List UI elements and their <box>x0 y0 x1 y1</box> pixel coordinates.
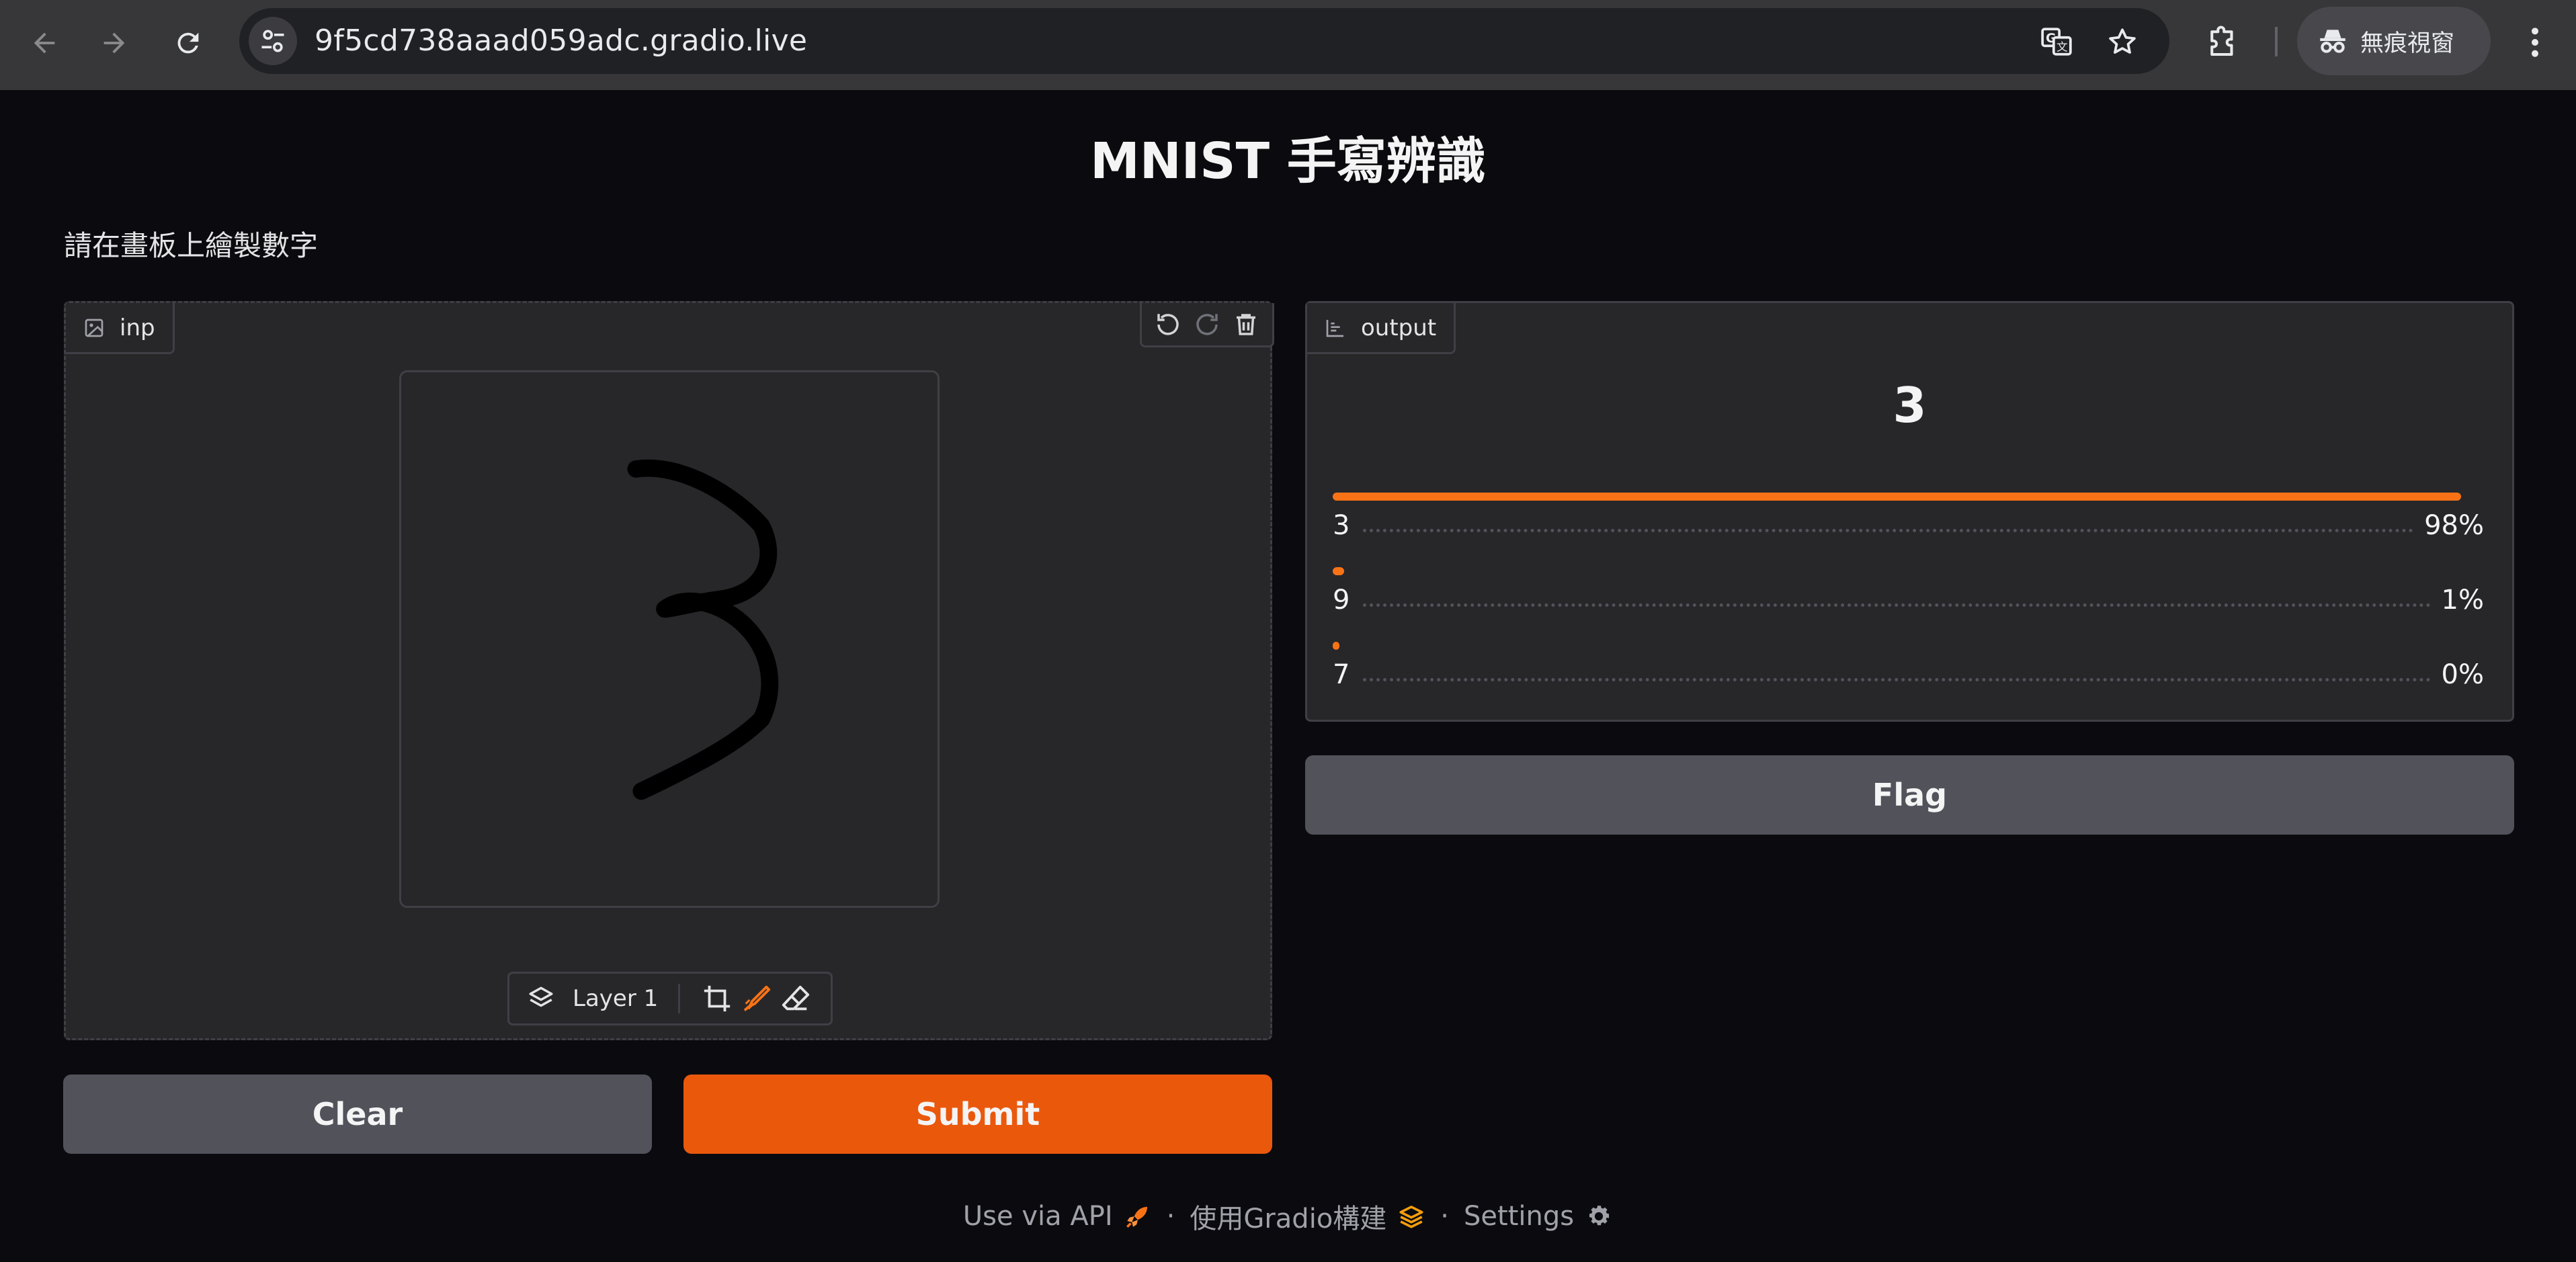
confidence-list: 3 98% 9 1% 7 0% <box>1333 491 2484 715</box>
incognito-label: 無痕視窗 <box>2360 30 2455 57</box>
incognito-badge[interactable]: 無痕視窗 <box>2297 7 2491 75</box>
layer-divider <box>678 984 681 1013</box>
url-text[interactable]: 9f5cd738aaad059adc.gradio.live <box>315 8 807 74</box>
layer-label: Layer 1 <box>573 985 659 1012</box>
use-via-api-text: Use via API <box>962 1201 1113 1232</box>
puzzle-icon <box>2210 26 2233 56</box>
crop-icon <box>704 985 731 1012</box>
use-via-api-link[interactable]: Use via API <box>963 1201 1152 1232</box>
redo-button[interactable] <box>1191 308 1223 341</box>
more-vert-icon <box>2532 28 2538 57</box>
eraser-tool-button[interactable] <box>776 979 815 1018</box>
svg-text:文: 文 <box>2056 41 2068 54</box>
bookmark-button[interactable] <box>2104 23 2141 60</box>
settings-link[interactable]: Settings <box>1464 1201 1613 1232</box>
confidence-label: 3 <box>1333 510 1350 541</box>
settings-text: Settings <box>1464 1201 1575 1232</box>
page-description: 請在畫板上繪製數字 <box>64 229 319 262</box>
reload-icon <box>177 32 199 54</box>
dotted-leader <box>1363 528 2414 532</box>
predicted-label: 3 <box>1893 377 1927 433</box>
confidence-percent: 98% <box>2424 510 2484 541</box>
drawing-canvas[interactable] <box>399 370 940 908</box>
confidence-label: 7 <box>1333 659 1350 690</box>
confidence-item[interactable]: 7 0% <box>1333 640 2484 715</box>
browser-toolbar: 9f5cd738aaad059adc.gradio.live G 文 無痕視窗 <box>0 0 2576 90</box>
confidence-item[interactable]: 3 98% <box>1333 491 2484 566</box>
clear-button[interactable]: Clear <box>63 1075 652 1154</box>
output-label-text: output <box>1361 314 1437 341</box>
footer: Use via API · 使用Gradio構建 · Settings <box>0 1196 2576 1236</box>
undo-button[interactable] <box>1152 308 1184 341</box>
confidence-label: 9 <box>1333 585 1350 616</box>
output-panel: output 3 3 98% 9 1% 7 0% <box>1305 301 2514 722</box>
incognito-icon <box>2320 30 2345 53</box>
image-icon <box>85 319 103 337</box>
page-title: MNIST 手寫辨識 <box>1090 132 1486 190</box>
sketchpad-panel: inp Layer 1 <box>64 301 1274 1040</box>
canvas-history-toolbar <box>1140 303 1274 347</box>
layers-icon <box>529 986 553 1007</box>
star-icon <box>2109 28 2136 54</box>
dotted-leader <box>1363 677 2431 681</box>
clear-canvas-button[interactable] <box>1230 308 1262 341</box>
confidence-percent: 0% <box>2441 659 2484 690</box>
layer-toolbar: Layer 1 <box>507 972 833 1025</box>
arrow-right-icon <box>103 32 125 54</box>
confidence-item[interactable]: 9 1% <box>1333 566 2484 640</box>
dotted-leader <box>1363 603 2431 607</box>
flag-button[interactable]: Flag <box>1305 755 2514 835</box>
eraser-icon <box>782 985 810 1011</box>
label-chart-icon <box>1326 319 1343 337</box>
address-bar[interactable]: 9f5cd738aaad059adc.gradio.live G 文 <box>239 8 2169 74</box>
back-button[interactable] <box>23 22 66 65</box>
output-panel-label: output <box>1307 303 1456 354</box>
arrow-left-icon <box>34 32 55 54</box>
built-with-gradio-text: 使用Gradio構建 <box>1190 1204 1387 1234</box>
input-panel-label: inp <box>66 303 175 354</box>
built-with-gradio-link[interactable]: 使用Gradio構建 <box>1190 1197 1425 1236</box>
confidence-percent: 1% <box>2441 585 2484 616</box>
confidence-bar <box>1333 642 1340 650</box>
rocket-icon <box>1126 1207 1147 1228</box>
gradio-logo-icon <box>1399 1206 1423 1228</box>
submit-button[interactable]: Submit <box>683 1075 1272 1154</box>
footer-separator: · <box>1166 1201 1175 1232</box>
crop-tool-button[interactable] <box>698 979 737 1018</box>
undo-icon <box>1157 313 1179 335</box>
tune-icon <box>261 30 284 52</box>
handwritten-digit-stroke <box>627 459 779 800</box>
brush-icon <box>744 985 771 1011</box>
site-info-button[interactable] <box>249 17 297 65</box>
confidence-bar <box>1333 493 2461 501</box>
trash-icon <box>1237 313 1255 335</box>
browser-menu-button[interactable] <box>2515 20 2555 65</box>
brush-tool-button[interactable] <box>737 979 776 1018</box>
translate-icon: G 文 <box>2041 28 2072 56</box>
input-label-text: inp <box>120 314 155 341</box>
footer-separator: · <box>1440 1201 1450 1232</box>
layer-selector[interactable]: Layer 1 <box>509 974 658 1023</box>
redo-icon <box>1196 313 1218 335</box>
translate-button[interactable]: G 文 <box>2038 23 2075 60</box>
gear-icon <box>1589 1206 1610 1226</box>
forward-button[interactable] <box>93 22 136 65</box>
toolbar-separator <box>2275 27 2278 56</box>
extensions-button[interactable] <box>2200 20 2245 65</box>
confidence-bar <box>1333 567 1345 575</box>
reload-button[interactable] <box>167 22 210 65</box>
